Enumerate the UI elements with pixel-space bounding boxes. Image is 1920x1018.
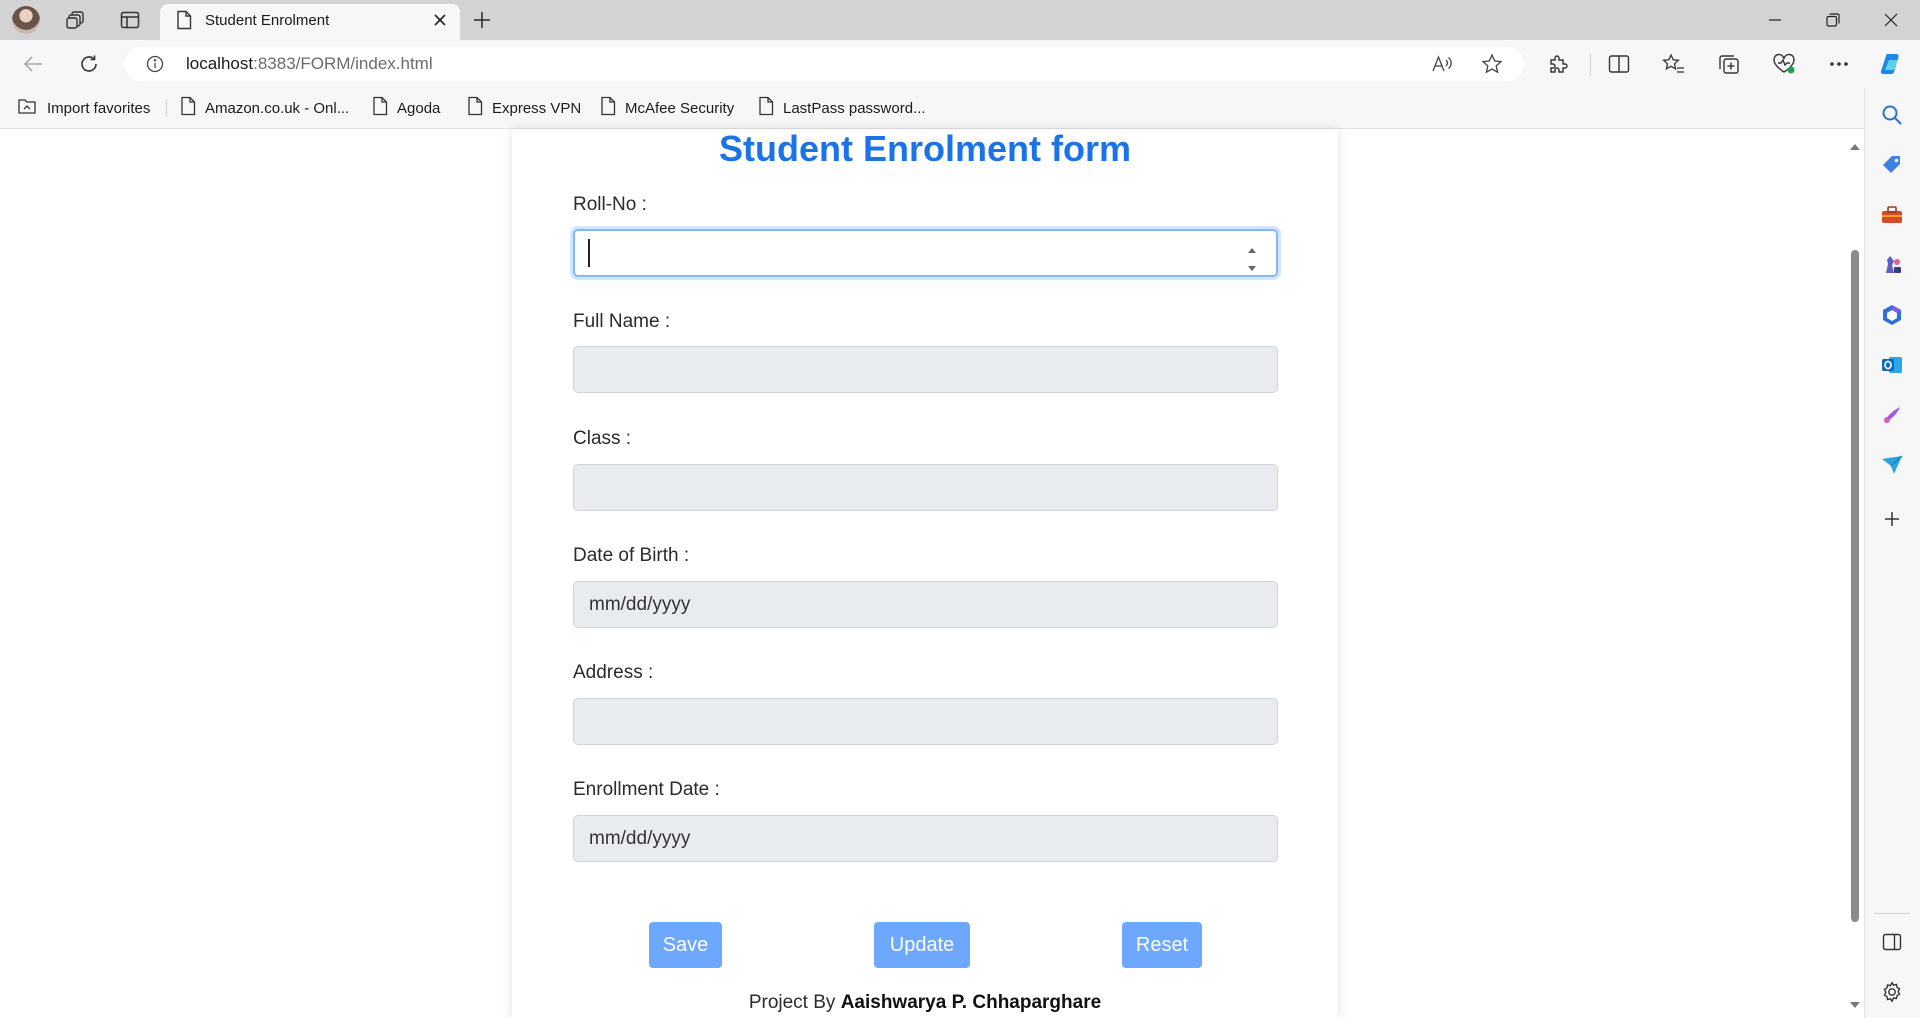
address-label: Address :	[573, 662, 654, 683]
spin-up-icon[interactable]	[1247, 241, 1257, 259]
favorite-star-icon[interactable]	[1478, 50, 1506, 78]
favorite-agoda[interactable]: Agoda	[372, 96, 440, 120]
import-favorites-icon	[16, 96, 38, 120]
page-icon	[372, 96, 388, 120]
collections-icon[interactable]	[1715, 50, 1743, 78]
favorite-label: Agoda	[397, 99, 441, 117]
enrollment-date-input[interactable]: mm/dd/yyyy	[573, 815, 1278, 862]
add-icon[interactable]	[1878, 505, 1906, 533]
browser-essentials-icon[interactable]	[1770, 50, 1798, 78]
more-icon[interactable]	[1825, 50, 1853, 78]
dob-label: Date of Birth :	[573, 545, 690, 566]
url-text[interactable]: localhost:8383/FORM/index.html	[186, 54, 433, 74]
microsoft365-icon[interactable]	[1878, 301, 1906, 329]
extensions-icon[interactable]	[1544, 50, 1572, 78]
send-icon[interactable]	[1878, 451, 1906, 479]
minimize-icon[interactable]	[1746, 0, 1804, 40]
page-icon	[467, 96, 483, 120]
favorite-lastpass[interactable]: LastPass password...	[758, 96, 926, 120]
shopping-tag-icon[interactable]	[1878, 151, 1906, 179]
read-aloud-icon[interactable]	[1428, 50, 1456, 78]
favorite-label: LastPass password...	[783, 99, 926, 117]
save-button[interactable]: Save	[649, 922, 722, 968]
favorite-amazon[interactable]: Amazon.co.uk - Onl...	[180, 96, 349, 120]
favorite-mcafee[interactable]: McAfee Security	[600, 96, 734, 120]
search-icon[interactable]	[1878, 101, 1906, 129]
settings-gear-icon[interactable]	[1878, 978, 1906, 1006]
reset-button[interactable]: Reset	[1122, 922, 1202, 968]
copilot-icon[interactable]	[1878, 50, 1906, 78]
tab-title: Student Enrolment	[205, 12, 330, 29]
number-spinner[interactable]	[1245, 241, 1259, 271]
refresh-icon[interactable]	[74, 49, 104, 79]
favorite-expressvpn[interactable]: Express VPN	[467, 96, 581, 120]
url-path: :8383/FORM/index.html	[253, 54, 433, 73]
split-screen-icon[interactable]	[1605, 50, 1633, 78]
outlook-icon[interactable]	[1878, 351, 1906, 379]
form-title: Student Enrolment form	[719, 128, 1131, 169]
fullname-label: Full Name :	[573, 311, 671, 332]
url-host: localhost	[186, 54, 254, 73]
info-icon[interactable]	[146, 55, 164, 73]
scroll-up-icon[interactable]	[1849, 138, 1861, 156]
page-icon	[758, 96, 774, 120]
sidebar-panel-icon[interactable]	[1878, 928, 1906, 956]
favorite-import[interactable]: Import favorites	[16, 96, 150, 120]
scrollbar-thumb[interactable]	[1851, 250, 1859, 922]
dob-input[interactable]: mm/dd/yyyy	[573, 581, 1278, 628]
rollno-input[interactable]	[573, 229, 1278, 277]
page-icon	[600, 96, 616, 120]
favorite-label: McAfee Security	[625, 99, 735, 117]
favorite-label: Import favorites	[47, 99, 151, 117]
class-input[interactable]	[573, 464, 1278, 511]
footer-credit: Project By Aaishwarya P. Chhaparghare	[512, 992, 1338, 1014]
plus-icon[interactable]	[468, 6, 496, 34]
workspaces-icon[interactable]	[64, 8, 88, 32]
toolbar-divider	[1590, 54, 1591, 76]
footer-author: Aaishwarya P. Chhaparghare	[840, 992, 1102, 1013]
designer-icon[interactable]	[1878, 401, 1906, 429]
rollno-label: Roll-No :	[573, 194, 647, 215]
window-close-icon[interactable]	[1862, 0, 1920, 40]
tab-actions-icon[interactable]	[118, 8, 142, 32]
document-icon	[176, 10, 192, 35]
close-icon[interactable]	[428, 8, 452, 32]
update-button[interactable]: Update	[874, 922, 970, 968]
footer-prefix: Project By	[748, 992, 836, 1013]
back-arrow-icon[interactable]	[18, 49, 48, 79]
games-icon[interactable]	[1878, 251, 1906, 279]
spin-down-icon[interactable]	[1247, 259, 1257, 277]
restore-icon[interactable]	[1804, 0, 1862, 40]
enrollment-date-label: Enrollment Date :	[573, 779, 720, 800]
page-icon	[180, 96, 196, 120]
profile-avatar[interactable]	[12, 6, 40, 34]
toolbox-icon[interactable]	[1878, 201, 1906, 229]
favorites-divider	[166, 99, 167, 117]
scroll-down-icon[interactable]	[1849, 996, 1861, 1014]
fullname-input[interactable]	[573, 346, 1278, 393]
class-label: Class :	[573, 428, 632, 449]
text-caret	[588, 239, 590, 267]
address-input[interactable]	[573, 698, 1278, 745]
favorites-icon[interactable]	[1660, 50, 1688, 78]
favorite-label: Amazon.co.uk - Onl...	[205, 99, 350, 117]
favorite-label: Express VPN	[492, 99, 582, 117]
sidebar-divider	[1874, 913, 1910, 914]
